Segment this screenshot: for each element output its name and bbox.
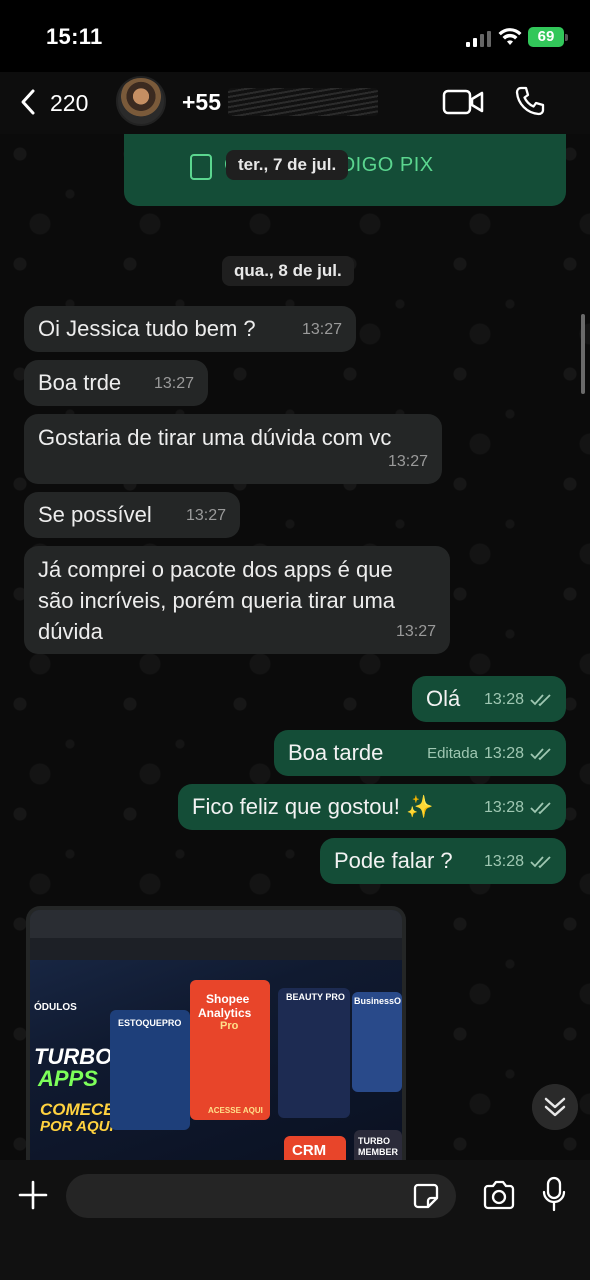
product-card xyxy=(352,992,402,1092)
product-card xyxy=(110,1010,190,1130)
message-time: Editada 13:28 xyxy=(427,738,552,769)
composer-bar xyxy=(0,1160,590,1280)
video-call-icon[interactable] xyxy=(442,89,484,115)
chat-area[interactable]: COPIAR CÓDIGO PIX ter., 7 de jul. qua., … xyxy=(0,134,590,1160)
photo-text: BusinessO xyxy=(354,996,402,1006)
message-time: 13:27 xyxy=(396,616,436,647)
photo-text: ESTOQUEPRO xyxy=(118,1018,182,1028)
date-separator: ter., 7 de jul. xyxy=(226,150,349,180)
photo-text: Shopee xyxy=(206,992,250,1006)
message-time: 13:28 xyxy=(484,684,552,715)
time-label: 13:28 xyxy=(483,691,524,708)
date-separator: qua., 8 de jul. xyxy=(222,256,354,286)
wifi-icon xyxy=(498,28,522,45)
outgoing-message[interactable]: Fico feliz que gostou! ✨ 13:28 xyxy=(178,784,566,830)
unread-count[interactable]: 220 xyxy=(50,90,88,117)
browser-tabs xyxy=(30,910,402,938)
photo-text: TURBO xyxy=(358,1136,390,1146)
double-check-icon xyxy=(530,693,551,706)
time-label: 13:27 xyxy=(387,453,428,470)
time-label: 13:28 xyxy=(483,745,524,762)
message-text: Boa trde xyxy=(38,370,122,395)
message-time: 13:28 xyxy=(484,792,552,823)
photo-text: Pro xyxy=(220,1020,239,1032)
image-message[interactable]: ÓDULOS TURBO APPS COMECE POR AQUI ESTOQU… xyxy=(26,906,406,1160)
outgoing-message[interactable]: Pode falar ? 13:28 xyxy=(320,838,566,884)
message-text: Oi Jessica tudo bem ? xyxy=(38,316,256,341)
time-label: 13:27 xyxy=(301,321,342,338)
cell-signal-icon xyxy=(466,31,491,47)
double-check-icon xyxy=(530,747,551,760)
status-time: 15:11 xyxy=(46,24,103,49)
incoming-message[interactable]: Se possível 13:27 xyxy=(24,492,240,538)
back-chevron-icon[interactable] xyxy=(18,88,38,116)
status-bar: 15:11 69 xyxy=(0,0,590,72)
sticker-icon[interactable] xyxy=(412,1182,440,1210)
time-label: 13:27 xyxy=(153,375,194,392)
scrollbar[interactable] xyxy=(581,314,585,394)
time-label: 13:28 xyxy=(483,853,524,870)
laptop-screen-photo: ÓDULOS TURBO APPS COMECE POR AQUI ESTOQU… xyxy=(30,910,402,1160)
message-text: Gostaria de tirar uma dúvida com vc xyxy=(38,425,392,450)
camera-icon[interactable] xyxy=(482,1180,516,1210)
photo-text: ACESSE AQUI xyxy=(208,1106,263,1115)
outgoing-message[interactable]: Olá 13:28 xyxy=(412,676,566,722)
message-input[interactable] xyxy=(66,1174,456,1218)
photo-text: CRM xyxy=(292,1142,327,1159)
message-time: 13:27 xyxy=(154,368,194,399)
photo-text: APPS xyxy=(38,1066,98,1091)
incoming-message[interactable]: Gostaria de tirar uma dúvida com vc 13:2… xyxy=(24,414,442,484)
incoming-message[interactable]: Já comprei o pacote dos apps é que são i… xyxy=(24,546,450,654)
product-card xyxy=(278,988,350,1118)
scroll-down-icon[interactable] xyxy=(532,1084,578,1130)
message-text: Se possível xyxy=(38,502,152,527)
message-time: 13:27 xyxy=(388,446,428,477)
message-line: são incríveis, porém queria tirar uma xyxy=(38,588,396,613)
message-time: 13:27 xyxy=(302,314,342,345)
message-text: Boa tarde xyxy=(288,740,384,765)
photo-text: BEAUTY PRO xyxy=(286,992,345,1002)
chat-header: 220 +55 1 1-6672 xyxy=(0,72,590,134)
message-time: 13:27 xyxy=(186,500,226,531)
incoming-message[interactable]: Oi Jessica tudo bem ? 13:27 xyxy=(24,306,356,352)
battery-indicator: 69 xyxy=(528,27,568,47)
time-label: 13:27 xyxy=(185,507,226,524)
message-time: 13:28 xyxy=(484,846,552,877)
message-line: dúvida xyxy=(38,619,103,644)
message-line: Já comprei o pacote dos apps é que xyxy=(38,557,393,582)
phone-icon[interactable] xyxy=(514,85,546,117)
time-label: 13:28 xyxy=(483,799,524,816)
photo-text: POR AQUI xyxy=(40,1118,114,1135)
outgoing-message[interactable]: Boa tarde Editada 13:28 xyxy=(274,730,566,776)
browser-address-bar xyxy=(30,938,402,960)
photo-text: ÓDULOS xyxy=(34,1002,77,1013)
photo-text: MEMBER xyxy=(358,1147,398,1157)
message-text: Fico feliz que gostou! ✨ xyxy=(192,794,434,819)
avatar[interactable] xyxy=(116,76,166,126)
copy-icon xyxy=(190,154,212,180)
photo-text: COMECE xyxy=(40,1100,115,1119)
message-text: Já comprei o pacote dos apps é que são i… xyxy=(38,554,395,647)
message-text: Olá xyxy=(426,686,461,711)
double-check-icon xyxy=(530,801,551,814)
incoming-message[interactable]: Boa trde 13:27 xyxy=(24,360,208,406)
edited-label: Editada xyxy=(427,745,478,762)
time-label: 13:27 xyxy=(395,623,436,640)
microphone-icon[interactable] xyxy=(542,1176,566,1212)
redaction-scribble xyxy=(228,88,378,116)
double-check-icon xyxy=(530,855,551,868)
plus-icon[interactable] xyxy=(18,1180,48,1210)
message-text: Pode falar ? xyxy=(334,848,453,873)
photo-text: Analytics xyxy=(198,1006,252,1020)
